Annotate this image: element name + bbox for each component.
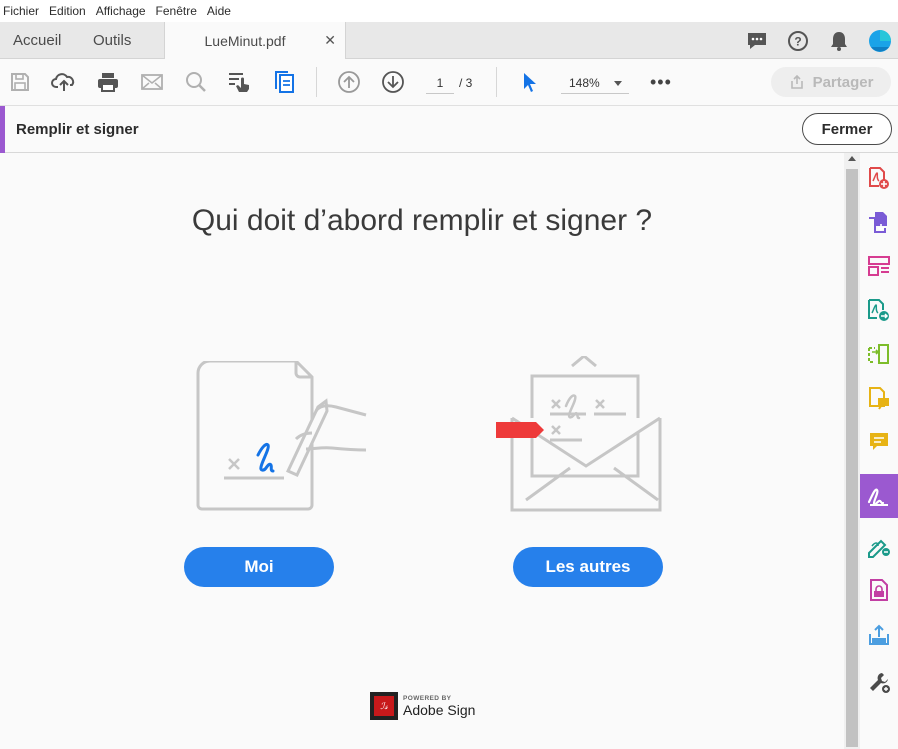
main-content: Qui doit d’abord remplir et signer ? Moi… [0,153,844,749]
more-tools-wrench-icon[interactable] [860,660,898,704]
share-icon [790,74,803,89]
menu-fenetre[interactable]: Fenêtre [151,4,202,18]
combine-files-icon[interactable] [860,200,898,244]
email-icon[interactable] [139,69,165,95]
svg-text:?: ? [794,34,801,48]
search-icon[interactable] [183,69,209,95]
brand-label: Adobe Sign [403,701,476,718]
page-number-input[interactable]: 1 [426,72,454,94]
menu-affichage[interactable]: Affichage [91,4,151,18]
fill-sign-bar: Remplir et signer Fermer [0,106,898,153]
adobe-sign-logo: ℐ𝓈 [370,692,398,720]
tabbar-right: ? [745,22,898,59]
tab-tools[interactable]: Outils [93,22,131,59]
print-icon[interactable] [95,69,121,95]
hand-tool-icon[interactable] [227,69,253,95]
export-pdf-icon[interactable] [860,288,898,332]
menu-fichier[interactable]: Fichier [0,4,44,18]
page-thumbnails-icon[interactable] [271,69,297,95]
help-icon[interactable]: ? [786,29,810,53]
scroll-thumb[interactable] [846,169,858,747]
vertical-scrollbar[interactable] [844,153,860,749]
share-button[interactable]: Partager [771,67,891,97]
menu-edition[interactable]: Edition [44,4,91,18]
toolbar-separator [316,67,317,97]
share-label: Partager [812,73,874,91]
share-file-icon[interactable] [860,613,898,657]
chevron-down-icon [614,81,622,86]
powered-by-label: POWERED BY [403,694,452,702]
profile-avatar-icon[interactable] [868,29,892,53]
next-page-icon[interactable] [380,69,406,95]
send-for-signature-icon[interactable] [860,524,898,568]
tab-home[interactable]: Accueil [13,22,61,59]
others-sign-illustration [494,354,670,517]
fill-sign-accent [0,106,5,153]
comments-icon[interactable] [745,29,769,53]
scroll-up-icon[interactable] [848,156,856,161]
send-to-others-button[interactable]: Les autres [513,547,663,587]
adobe-sign-branding: ℐ𝓈 POWERED BY Adobe Sign [370,692,475,720]
fill-sign-title: Remplir et signer [16,121,139,138]
zoom-value: 148% [569,76,600,90]
close-tab-icon[interactable]: ✕ [324,32,336,49]
organize-pages-icon[interactable] [860,244,898,288]
zoom-select[interactable]: 148% [561,72,629,94]
page-heading: Qui doit d’abord remplir et signer ? [191,204,653,237]
tab-document-label: LueMinut.pdf [204,32,286,49]
more-tools-icon[interactable]: ••• [650,73,672,91]
send-for-comments-icon[interactable] [860,376,898,420]
sign-myself-button[interactable]: Moi [184,547,334,587]
close-button[interactable]: Fermer [802,113,892,145]
edit-pdf-icon[interactable] [860,332,898,376]
protect-icon[interactable] [860,568,898,612]
create-pdf-icon[interactable] [860,156,898,200]
previous-page-icon[interactable] [336,69,362,95]
menu-bar: Fichier Edition Affichage Fenêtre Aide [0,0,898,22]
menu-aide[interactable]: Aide [202,4,236,18]
upload-cloud-icon[interactable] [51,69,77,95]
tab-bar: Accueil Outils LueMinut.pdf ✕ ? [0,22,898,59]
save-icon[interactable] [7,69,33,95]
fill-sign-icon[interactable] [860,474,898,518]
comment-icon[interactable] [860,420,898,464]
select-cursor-icon[interactable] [516,69,542,95]
notifications-icon[interactable] [827,29,851,53]
toolbar-separator [496,67,497,97]
toolbar: 1 / 3 148% ••• Partager [0,59,898,106]
self-sign-illustration [196,359,372,516]
tab-document[interactable]: LueMinut.pdf ✕ [164,22,346,59]
tools-panel [860,153,898,749]
page-total: / 3 [459,76,473,90]
